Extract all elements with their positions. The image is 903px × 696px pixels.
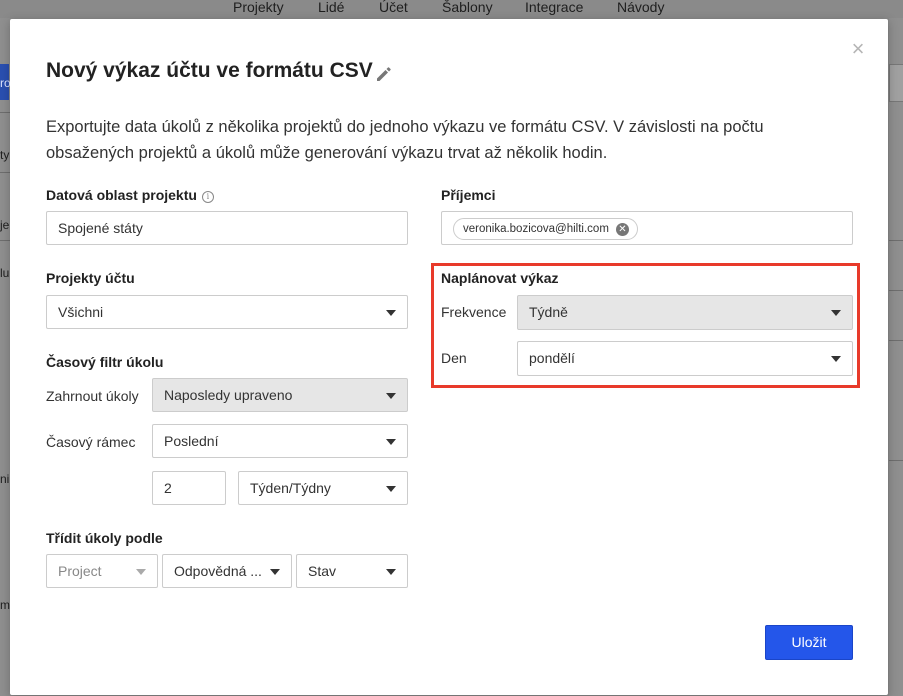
sort-third-value: Stav [308,563,337,579]
timeframe-value: Poslední [164,433,219,449]
chevron-down-icon [386,486,396,492]
nav-item-lide[interactable]: Lidé [318,0,344,15]
recipients-label: Příjemci [441,187,496,203]
recipient-email: veronika.bozicova@hilti.com [463,223,609,235]
timeframe-label: Časový rámec [46,434,136,450]
background-text-fragment: m [0,598,10,612]
background-text-fragment: lu [0,266,10,280]
chevron-down-icon [136,569,146,575]
sort-second-value: Odpovědná ... [174,563,262,579]
timeframe-unit-select[interactable]: Týden/Týdny [238,471,408,505]
recipient-chip: veronika.bozicova@hilti.com ✕ [453,218,638,240]
chevron-down-icon [386,439,396,445]
frequency-select[interactable]: Týdně [517,295,853,330]
day-value: pondělí [529,350,575,366]
background-text-fragment: ty [0,148,10,162]
background-divider [0,112,10,113]
include-tasks-value: Naposledy upraveno [164,387,293,403]
background-text-fragment: je [0,218,10,232]
account-projects-select[interactable]: Všichni [46,295,408,329]
background-divider [889,460,903,461]
dialog-title: Nový výkaz účtu ve formátu CSV [46,59,373,82]
remove-recipient-icon[interactable]: ✕ [615,223,629,236]
frequency-label: Frekvence [441,304,507,320]
top-navigation: Projekty Lidé Účet Šablony Integrace Náv… [0,0,903,18]
day-select[interactable]: pondělí [517,341,853,376]
sort-second-select[interactable]: Odpovědná ... [162,554,292,588]
chevron-down-icon [386,569,396,575]
nav-item-projekty[interactable]: Projekty [233,0,284,15]
include-tasks-label: Zahrnout úkoly [46,388,139,404]
nav-item-navody[interactable]: Návody [617,0,664,15]
chevron-down-icon [386,393,396,399]
frequency-value: Týdně [529,304,568,320]
chevron-down-icon [831,356,841,362]
timeframe-select[interactable]: Poslední [152,424,408,458]
chevron-down-icon [270,569,280,575]
close-icon[interactable]: × [848,38,868,60]
chevron-down-icon [386,310,396,316]
background-divider [889,340,903,341]
background-search-field [889,64,903,102]
pencil-icon[interactable] [374,64,394,84]
background-left-strip [0,18,10,696]
new-csv-report-dialog: × Nový výkaz účtu ve formátu CSV Exportu… [10,19,888,695]
chevron-down-icon [831,310,841,316]
info-icon[interactable]: i [201,191,214,203]
include-tasks-select[interactable]: Naposledy upraveno [152,378,408,412]
data-region-label: Datová oblast projektu i [46,187,214,203]
sort-first-select[interactable]: Project [46,554,158,588]
background-divider [889,240,903,241]
nav-item-integrace[interactable]: Integrace [525,0,583,15]
recipients-field[interactable]: veronika.bozicova@hilti.com ✕ [441,211,853,245]
dialog-description: Exportujte data úkolů z několika projekt… [46,118,764,162]
account-projects-label: Projekty účtu [46,270,135,286]
nav-item-sablony[interactable]: Šablony [442,0,493,15]
data-region-field[interactable]: Spojené státy [46,211,408,245]
day-label: Den [441,350,467,366]
background-divider [0,240,10,241]
background-text-fragment: ni [0,472,10,486]
background-divider [889,290,903,291]
schedule-label: Naplánovat výkaz [441,270,559,286]
timeframe-unit-value: Týden/Týdny [250,480,331,496]
background-right-strip [889,18,903,696]
timeframe-amount-input[interactable]: 2 [152,471,226,505]
account-projects-value: Všichni [58,304,104,320]
sort-third-select[interactable]: Stav [296,554,408,588]
save-button[interactable]: Uložit [765,625,853,660]
sort-first-value: Project [58,563,102,579]
sort-tasks-label: Třídit úkoly podle [46,530,163,546]
nav-item-ucet[interactable]: Účet [379,0,408,15]
time-filter-label: Časový filtr úkolu [46,354,164,370]
background-divider [0,172,10,173]
